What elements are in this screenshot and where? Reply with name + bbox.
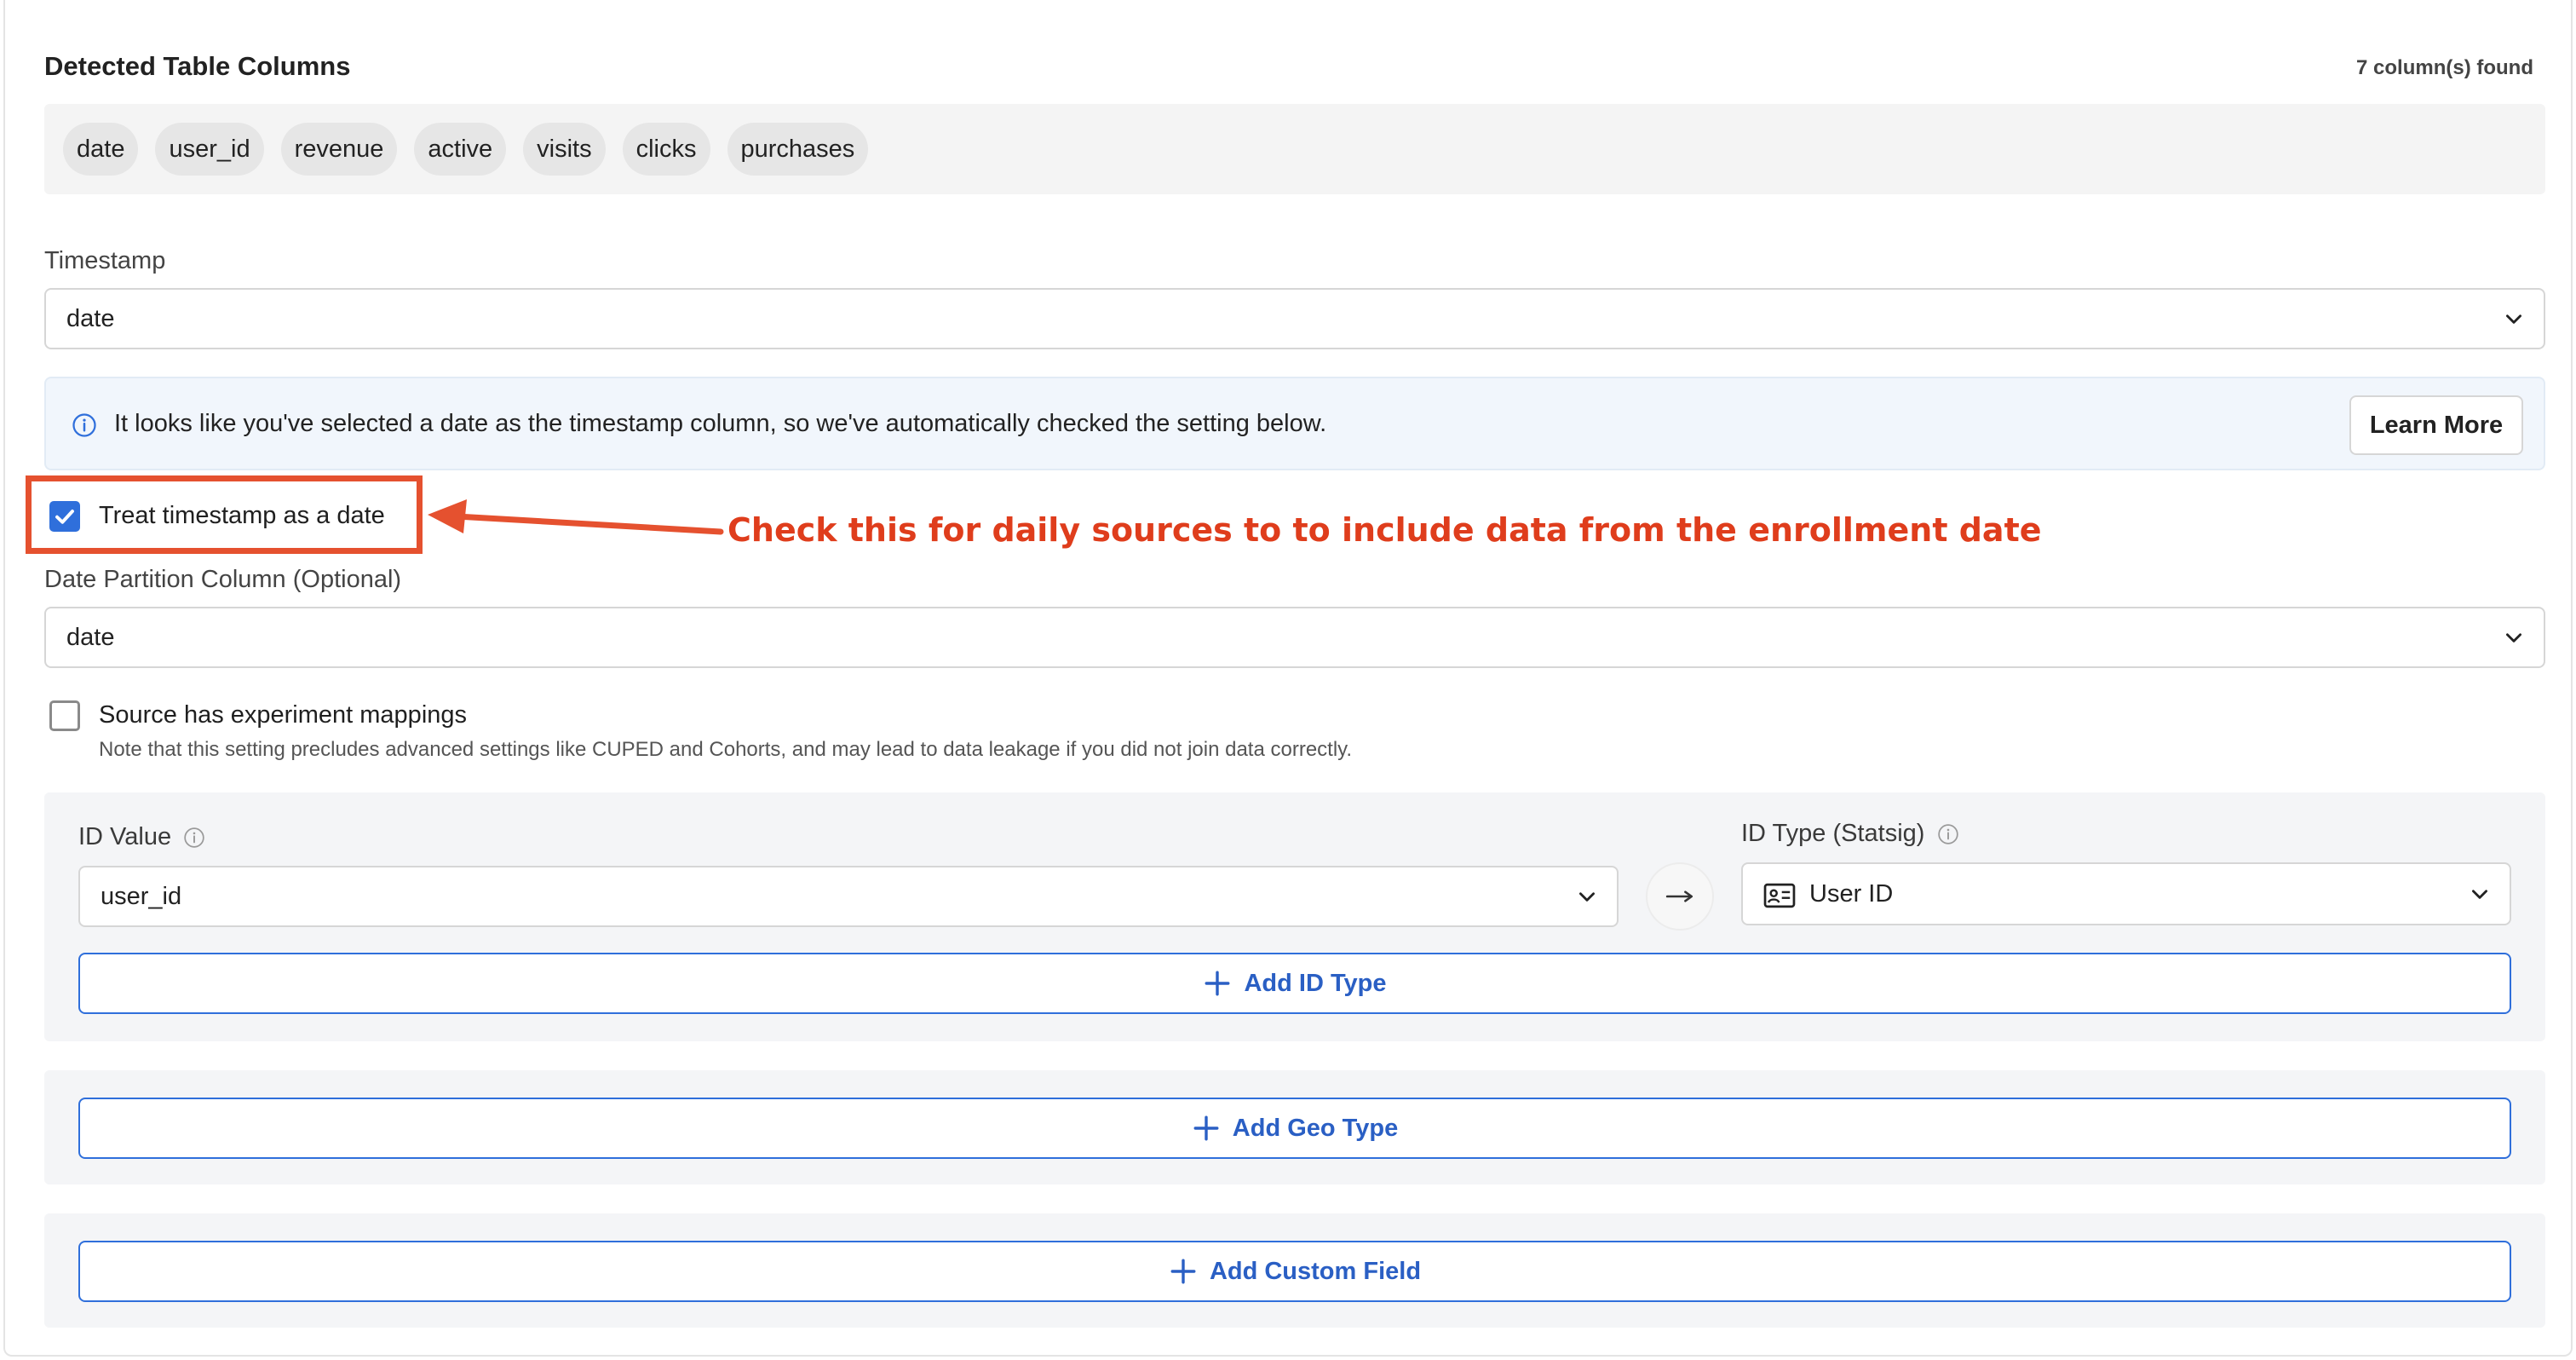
annotation-text: Check this for daily sources to to inclu…	[727, 511, 2042, 549]
custom-field-panel: Add Custom Field	[44, 1213, 2545, 1328]
date-partition-select[interactable]: date	[44, 607, 2545, 668]
detected-columns-box: date user_id revenue active visits click…	[44, 104, 2545, 194]
id-type-label-text: ID Type (Statsig)	[1741, 820, 1924, 847]
date-partition-label: Date Partition Column (Optional)	[44, 566, 401, 594]
experiment-mappings-checkbox[interactable]	[49, 700, 80, 731]
plus-icon	[1192, 1114, 1221, 1143]
banner-text: It looks like you've selected a date as …	[114, 378, 1326, 469]
column-chip: purchases	[727, 123, 869, 176]
annotation-highlight-box	[26, 475, 423, 554]
id-value-label: ID Value	[78, 823, 205, 851]
column-chip: active	[414, 123, 506, 176]
info-icon[interactable]	[183, 827, 205, 849]
timestamp-label: Timestamp	[44, 247, 165, 275]
learn-more-button[interactable]: Learn More	[2349, 395, 2523, 455]
id-value-label-text: ID Value	[78, 823, 171, 850]
id-type-select-value: User ID	[1809, 864, 1893, 924]
chevron-down-icon	[2469, 883, 2491, 905]
experiment-mappings-note: Note that this setting precludes advance…	[99, 738, 1352, 762]
arrow-right-icon	[1665, 889, 1694, 904]
id-type-label: ID Type (Statsig)	[1741, 820, 1959, 848]
column-chip: date	[63, 123, 138, 176]
plus-icon	[1203, 969, 1232, 998]
info-icon[interactable]	[1937, 823, 1959, 845]
column-chip: user_id	[155, 123, 263, 176]
column-chip-list: date user_id revenue active visits click…	[63, 123, 868, 176]
add-id-type-button[interactable]: Add ID Type	[78, 953, 2511, 1014]
annotation-arrow-icon	[423, 494, 729, 545]
chevron-down-icon	[2503, 626, 2525, 648]
geo-type-panel: Add Geo Type	[44, 1070, 2545, 1184]
date-partition-select-value: date	[66, 608, 114, 666]
chevron-down-icon	[1576, 885, 1598, 908]
add-custom-field-label: Add Custom Field	[1210, 1258, 1421, 1286]
add-geo-type-button[interactable]: Add Geo Type	[78, 1098, 2511, 1159]
add-id-type-label: Add ID Type	[1244, 970, 1386, 998]
data-source-config-panel: Detected Table Columns 7 column(s) found…	[3, 0, 2573, 1357]
column-chip: revenue	[281, 123, 398, 176]
column-chip: clicks	[623, 123, 710, 176]
timestamp-select[interactable]: date	[44, 288, 2545, 349]
id-mapping-panel: ID Value user_id ID Type (Statsig)	[44, 792, 2545, 1041]
info-icon	[72, 412, 97, 438]
columns-found-count: 7 column(s) found	[2356, 56, 2533, 80]
timestamp-select-value: date	[66, 290, 114, 348]
experiment-mappings-label: Source has experiment mappings	[99, 701, 467, 729]
date-info-banner: It looks like you've selected a date as …	[44, 377, 2545, 470]
id-value-select-value: user_id	[101, 867, 181, 925]
id-type-select[interactable]: User ID	[1741, 862, 2511, 925]
plus-icon	[1169, 1257, 1198, 1286]
add-geo-type-label: Add Geo Type	[1233, 1115, 1398, 1143]
id-value-select[interactable]: user_id	[78, 866, 1619, 927]
detected-columns-title: Detected Table Columns	[44, 51, 350, 82]
mapping-arrow	[1646, 862, 1714, 931]
chevron-down-icon	[2503, 308, 2525, 330]
add-custom-field-button[interactable]: Add Custom Field	[78, 1241, 2511, 1302]
id-card-icon	[1763, 881, 1796, 910]
column-chip: visits	[523, 123, 605, 176]
